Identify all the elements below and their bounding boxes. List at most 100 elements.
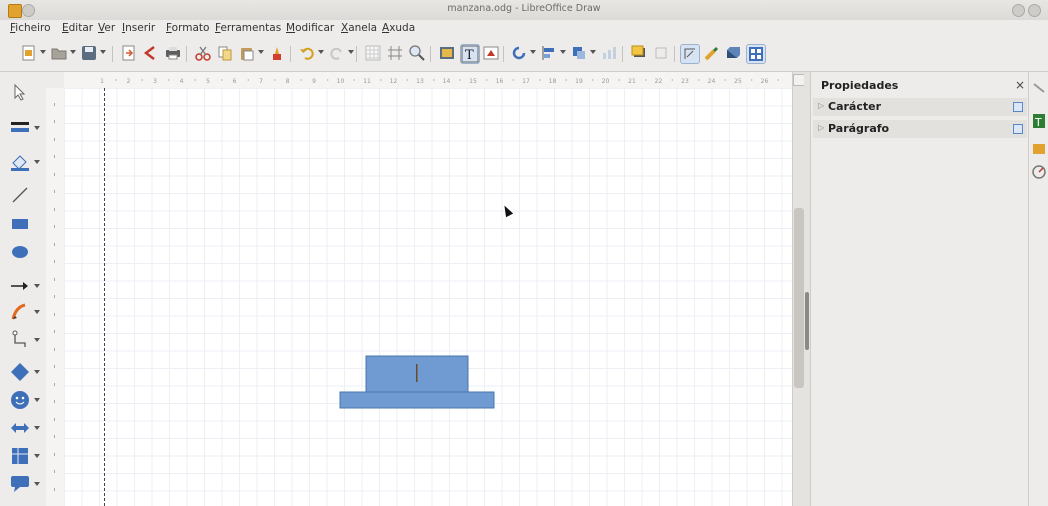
line-icon[interactable] bbox=[10, 185, 30, 205]
menu-xanela[interactable]: Xanela bbox=[341, 22, 377, 34]
flowchart-icon[interactable] bbox=[10, 446, 40, 466]
vertical-ruler[interactable] bbox=[46, 88, 65, 506]
smiley-icon[interactable] bbox=[10, 390, 40, 410]
align-icon[interactable] bbox=[540, 44, 558, 62]
ruler-label: 26 bbox=[761, 78, 769, 85]
menu-ficheiro[interactable]: Ficheiro bbox=[10, 22, 51, 34]
ruler-label: 11 bbox=[363, 78, 371, 85]
ruler-label: 10 bbox=[337, 78, 345, 85]
distribute-icon[interactable] bbox=[600, 44, 618, 62]
ruler-label: 21 bbox=[628, 78, 636, 85]
export-icon[interactable] bbox=[120, 44, 138, 62]
text-cursor bbox=[416, 364, 418, 382]
toolbar-separator bbox=[622, 46, 623, 62]
ruler-tick bbox=[592, 79, 594, 81]
points-edit-icon[interactable] bbox=[680, 44, 700, 64]
toolbar-separator bbox=[503, 46, 504, 62]
glue-points-icon[interactable] bbox=[702, 44, 720, 62]
toggle-extrusion-icon[interactable] bbox=[724, 44, 742, 62]
minimize-button[interactable] bbox=[1012, 4, 1025, 17]
menu-inserir[interactable]: Inserir bbox=[122, 22, 155, 34]
ruler-label: 3 bbox=[153, 78, 157, 85]
arrow-line-icon[interactable] bbox=[10, 276, 40, 296]
ellipse-icon[interactable] bbox=[10, 242, 30, 262]
open-dropdown-icon[interactable] bbox=[70, 50, 76, 54]
menu-formato[interactable]: Formato bbox=[166, 22, 209, 34]
properties-sidebar: Propiedades × ▷ Carácter ▷ Parágrafo bbox=[810, 72, 1029, 506]
cut-icon[interactable] bbox=[194, 44, 212, 62]
arrange-icon[interactable] bbox=[570, 44, 588, 62]
horizontal-ruler-marks: 1 2 3 4 5 6 7 8 9 10 11 12 13 14 15 16 17 18 19 20 21 22 23 24 2… bbox=[100, 78, 779, 85]
fill-color-icon[interactable] bbox=[10, 152, 40, 172]
select-arrow-icon[interactable] bbox=[10, 82, 30, 102]
expand-arrow-icon: ▷ bbox=[818, 123, 825, 132]
ruler-label: 12 bbox=[390, 78, 398, 85]
section-character[interactable]: ▷ Carácter bbox=[813, 98, 1027, 116]
ruler-tick bbox=[141, 79, 143, 81]
menu-ferramentas[interactable]: Ferramentas bbox=[215, 22, 281, 34]
callout-icon[interactable] bbox=[10, 474, 40, 494]
paste-icon[interactable] bbox=[238, 44, 256, 62]
new-document-icon[interactable] bbox=[20, 44, 38, 62]
diamond-icon[interactable] bbox=[10, 362, 40, 382]
new-dropdown-icon[interactable] bbox=[40, 50, 46, 54]
open-folder-icon[interactable] bbox=[50, 44, 68, 62]
ruler-tick bbox=[645, 79, 647, 81]
line-color-icon[interactable] bbox=[10, 118, 40, 138]
display-views-icon[interactable] bbox=[746, 44, 766, 64]
ruler-tick bbox=[115, 79, 117, 81]
arrange-dropdown-icon[interactable] bbox=[590, 50, 596, 54]
base-rectangle-shape[interactable] bbox=[339, 391, 495, 409]
more-options-icon[interactable] bbox=[1013, 102, 1023, 112]
paste-dropdown-icon[interactable] bbox=[258, 50, 264, 54]
image-icon[interactable] bbox=[438, 44, 456, 62]
ruler-tick bbox=[433, 79, 435, 81]
splitter-grip[interactable] bbox=[805, 292, 809, 350]
ruler-tick bbox=[274, 79, 276, 81]
menu-modificar[interactable]: Modificar bbox=[286, 22, 334, 34]
toolbar-separator bbox=[290, 46, 291, 62]
redo-icon[interactable] bbox=[328, 44, 346, 62]
copy-icon[interactable] bbox=[216, 44, 234, 62]
rotate-icon[interactable] bbox=[510, 44, 528, 62]
close-window-button[interactable] bbox=[1028, 4, 1041, 17]
grid-display-icon[interactable] bbox=[364, 44, 382, 62]
zoom-icon[interactable] bbox=[408, 44, 426, 62]
ruler-label: 4 bbox=[180, 78, 184, 85]
ruler-label: 2 bbox=[127, 78, 131, 85]
ruler-label: 1 bbox=[100, 78, 104, 85]
horizontal-ruler[interactable]: 1 2 3 4 5 6 7 8 9 10 11 12 13 14 15 16 17 18 19 20 21 22 23 24 2… bbox=[64, 72, 792, 89]
undo-dropdown-icon[interactable] bbox=[318, 50, 324, 54]
redo-dropdown-icon[interactable] bbox=[348, 50, 354, 54]
rectangle-icon[interactable] bbox=[10, 214, 30, 234]
save-dropdown-icon[interactable] bbox=[100, 50, 106, 54]
helplines-icon[interactable] bbox=[386, 44, 404, 62]
connector-icon[interactable] bbox=[10, 330, 40, 350]
clone-formatting-icon[interactable] bbox=[268, 44, 286, 62]
toolbar-separator bbox=[356, 46, 357, 62]
ruler-tick bbox=[698, 79, 700, 81]
text-box-icon[interactable]: T bbox=[460, 44, 480, 64]
undo-icon[interactable] bbox=[298, 44, 316, 62]
drawing-canvas[interactable] bbox=[64, 88, 792, 506]
rotate-dropdown-icon[interactable] bbox=[530, 50, 536, 54]
ruler-tick bbox=[751, 79, 753, 81]
print-icon[interactable] bbox=[164, 44, 182, 62]
shadow-icon[interactable] bbox=[630, 44, 648, 62]
ruler-label: 17 bbox=[522, 78, 530, 85]
more-options-icon[interactable] bbox=[1013, 124, 1023, 134]
fontwork-icon[interactable] bbox=[482, 44, 500, 62]
align-dropdown-icon[interactable] bbox=[560, 50, 566, 54]
save-icon[interactable] bbox=[80, 44, 98, 62]
crop-icon[interactable] bbox=[652, 44, 670, 62]
section-paragraph[interactable]: ▷ Parágrafo bbox=[813, 120, 1027, 138]
curve-icon[interactable] bbox=[10, 302, 40, 322]
double-arrow-icon[interactable] bbox=[10, 418, 40, 438]
export-pdf-icon[interactable] bbox=[142, 44, 160, 62]
menu-editar[interactable]: Editar bbox=[62, 22, 93, 34]
ruler-label: 5 bbox=[206, 78, 210, 85]
scrollbar-thumb[interactable] bbox=[794, 208, 804, 388]
menu-axuda[interactable]: Axuda bbox=[382, 22, 415, 34]
menu-ver[interactable]: Ver bbox=[98, 22, 115, 34]
sidebar-close-icon[interactable]: × bbox=[1015, 78, 1025, 92]
